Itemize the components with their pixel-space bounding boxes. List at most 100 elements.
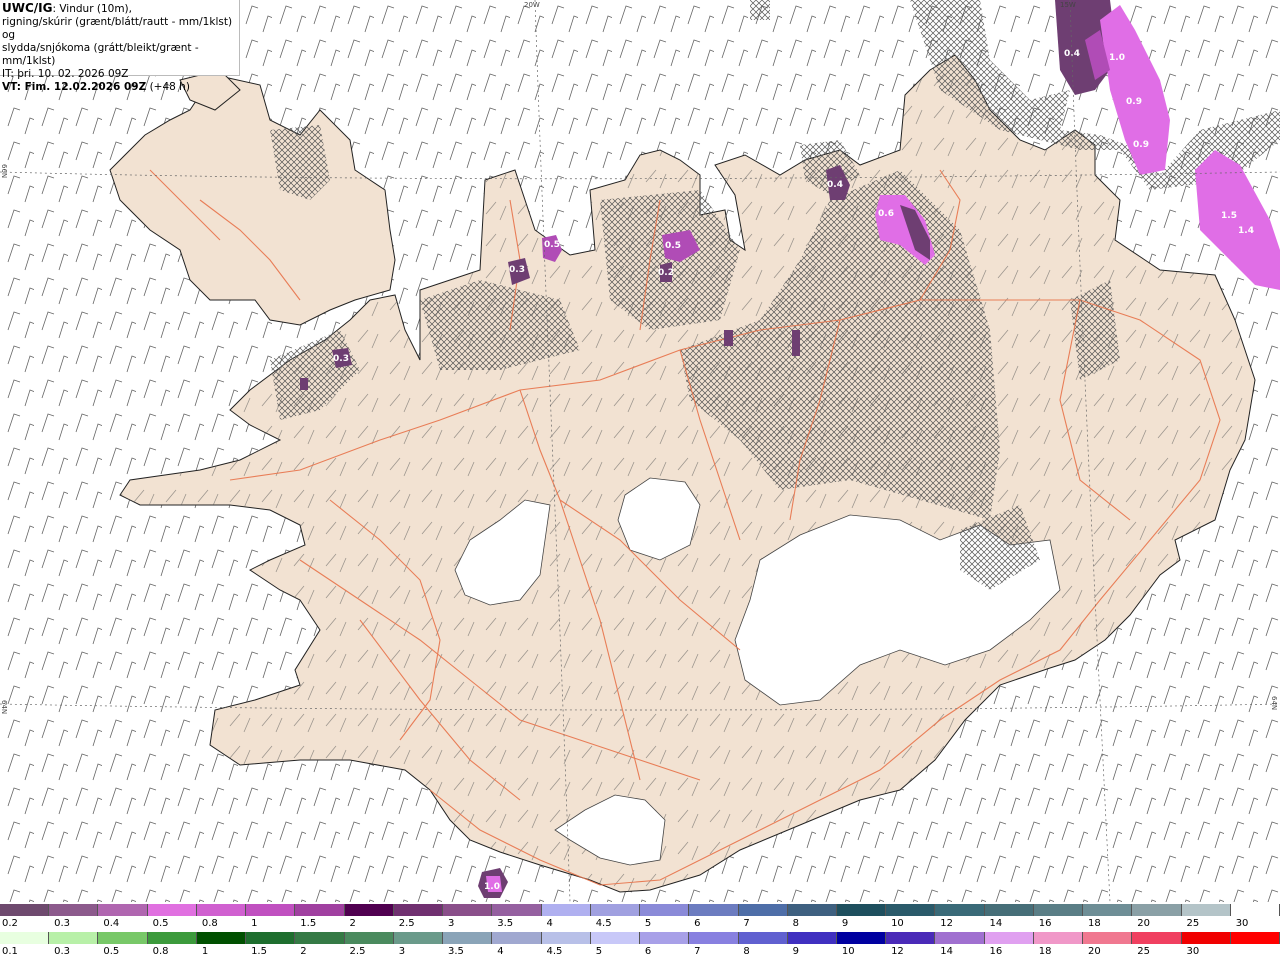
legend-label: 8 — [743, 946, 750, 957]
precip-value-label: 1.0 — [484, 882, 500, 892]
legend-label: 0.3 — [54, 946, 71, 957]
legend-swatch — [393, 904, 444, 916]
legend-label: 4.5 — [546, 946, 563, 957]
legend-swatch — [393, 932, 444, 944]
legend-label: 6 — [644, 946, 652, 957]
legend-swatch — [738, 904, 788, 916]
legend-swatch — [787, 904, 837, 916]
legend-label: 7 — [743, 918, 750, 929]
map-area[interactable]: 0.4 1.0 0.9 0.9 1.5 1.4 0.4 0.6 0.5 0.3 0.5 0.2 0.3 1… — [0, 0, 1280, 902]
legend-swatch — [295, 904, 345, 916]
legend-label: 3 — [398, 946, 406, 957]
legend-swatch — [1083, 904, 1133, 916]
legend-label: 20 — [1137, 918, 1150, 929]
legend-swatch — [196, 904, 247, 916]
grid-label-64n-left: 64N — [0, 700, 8, 715]
legend-label: 0.5 — [152, 918, 169, 929]
legend-label: 3.5 — [448, 946, 464, 957]
legend-label: 1 — [251, 918, 258, 929]
legend-label: 7 — [694, 946, 701, 957]
legend-swatch — [541, 932, 591, 944]
grid-label-20w: 20W — [524, 1, 540, 9]
legend-swatch — [640, 932, 690, 944]
legend-swatch — [1132, 904, 1182, 916]
map-info-box: UWC/IG: Vindur (10m), rigning/skúrir (gr… — [0, 0, 240, 93]
legend-label: 10 — [891, 918, 904, 929]
legend-label: 9 — [841, 918, 849, 929]
legend-swatch — [787, 932, 837, 944]
legend-label: 4 — [546, 918, 553, 929]
legend-swatch — [0, 904, 50, 916]
legend-label: 3 — [448, 918, 455, 929]
info-line2: rigning/skúrir (grænt/blátt/rautt - mm/1… — [2, 16, 233, 41]
precip-value-label: 0.6 — [878, 209, 894, 219]
legend-label: 2.5 — [349, 946, 366, 957]
legend-label: 10 — [841, 946, 855, 957]
legend-swatch — [0, 932, 50, 944]
legend-swatch — [738, 932, 788, 944]
legend-label: 0.8 — [152, 946, 169, 957]
rain-legend-bar — [0, 932, 1280, 944]
legend-label: 3.5 — [497, 918, 514, 929]
precip-value-label: 0.9 — [1133, 140, 1149, 150]
legend-swatch — [886, 904, 936, 916]
grid-label-64n-right: 64N — [1270, 696, 1278, 711]
legend-swatch — [590, 932, 641, 944]
legend-swatch — [935, 904, 985, 916]
legend-label: 16 — [1038, 918, 1052, 929]
legend-swatch — [689, 904, 739, 916]
precip-value-label: 0.5 — [544, 240, 560, 250]
precip-value-label: 0.4 — [827, 180, 843, 190]
legend-label: 2.5 — [398, 918, 415, 929]
legend-swatch — [49, 932, 99, 944]
legend-label: 6 — [694, 918, 701, 929]
legend-label: 18 — [1038, 946, 1052, 957]
info-line4: IT: þri. 10. 02. 2026 09Z — [2, 68, 129, 80]
legend-label: 4.5 — [595, 918, 612, 929]
legend-swatch — [49, 904, 99, 916]
legend-swatch — [344, 932, 394, 944]
legend-swatch — [590, 904, 641, 916]
legend-label: 30 — [1186, 946, 1200, 957]
legend-label: 1 — [201, 946, 209, 957]
legend-swatch — [443, 932, 493, 944]
legend-label: 14 — [940, 946, 954, 957]
precip-value-label: 1.5 — [1221, 211, 1237, 221]
legend-label: 0.8 — [201, 918, 218, 929]
legend-swatch — [984, 932, 1034, 944]
legend-label: 14 — [989, 918, 1003, 929]
legend-swatch — [196, 932, 247, 944]
legend-swatch — [1181, 932, 1231, 944]
legend-swatch — [246, 932, 296, 944]
legend-swatch — [1033, 904, 1084, 916]
legend-swatch — [1230, 932, 1280, 944]
legend-swatch — [443, 904, 493, 916]
legend-label: 18 — [1088, 918, 1101, 929]
precip-value-label: 0.3 — [333, 354, 349, 364]
legend-swatch — [492, 904, 542, 916]
legend-swatch — [344, 904, 394, 916]
legend-swatch — [836, 932, 887, 944]
legend-swatch — [1181, 904, 1231, 916]
legend-swatch — [147, 932, 197, 944]
legend-label: 0.2 — [2, 918, 18, 929]
legend-label: 12 — [891, 946, 904, 957]
legend-swatch — [640, 904, 690, 916]
rain-legend-labels: 0.1 0.3 0.5 0.8 1 1.5 2 2.5 3 3.5 4 4.5 5 6 7 8 9 10 12 14 1… — [0, 946, 1280, 958]
precip-value-label: 0.3 — [509, 265, 525, 275]
legend-label: 25 — [1137, 946, 1150, 957]
legend-swatch — [886, 932, 936, 944]
legend-swatch — [1033, 932, 1084, 944]
grid-label-66n: 66N — [0, 164, 8, 179]
weather-map[interactable]: 0.4 1.00.90.91.51.40.40.60.50.30.50.20.31… — [0, 0, 1280, 902]
legend-swatch — [1083, 932, 1133, 944]
legend-swatch — [984, 904, 1034, 916]
snow-legend-labels: 0.2 0.3 0.4 0.5 0.8 1 1.5 2 2.5 3 3.5 4 4.5 5 6 7 8 9 10 12… — [0, 918, 1280, 930]
legend-label: 9 — [792, 946, 799, 957]
legend-label: 16 — [989, 946, 1003, 957]
info-line1: : Vindur (10m), — [52, 3, 132, 15]
grid-label-15w: 15W — [1060, 1, 1076, 9]
legend-label: 8 — [792, 918, 799, 929]
legend-swatch — [689, 932, 739, 944]
precip-value-label: 0.9 — [1126, 97, 1142, 107]
